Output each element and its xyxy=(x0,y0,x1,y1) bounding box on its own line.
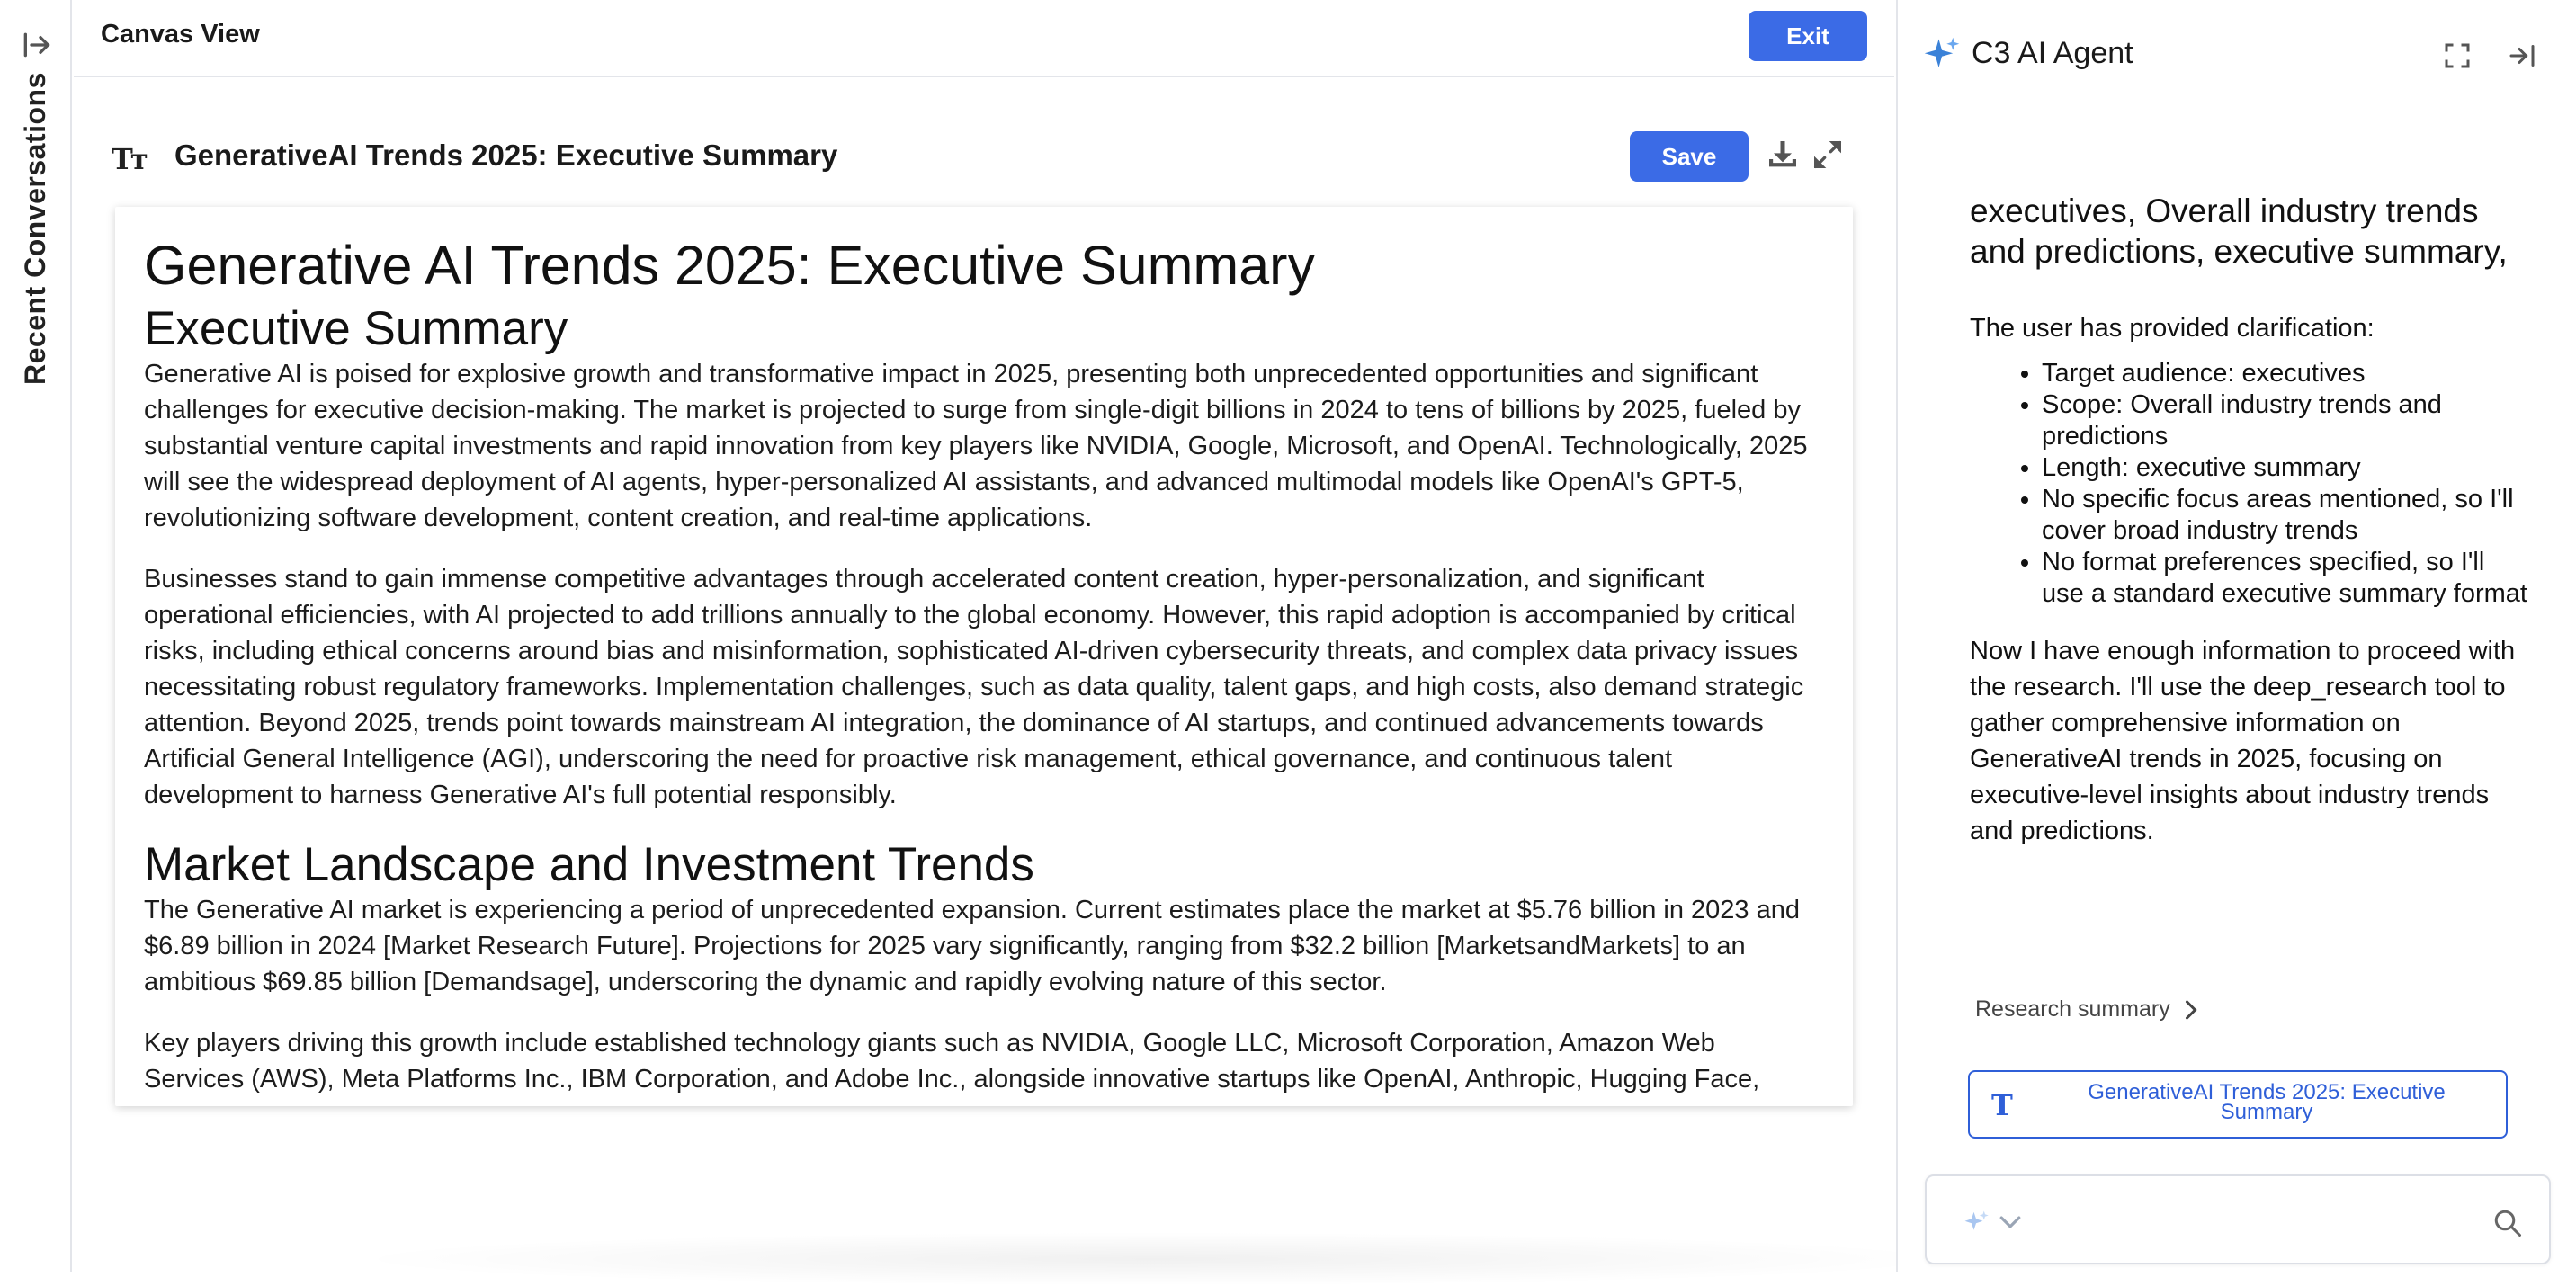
canvas-title: Canvas View xyxy=(101,20,260,49)
collapse-panel-icon[interactable] xyxy=(2506,40,2538,72)
list-item: Scope: Overall industry trends and predi… xyxy=(2042,389,2527,452)
scroll-shadow xyxy=(344,1232,1963,1286)
recent-conversations-label[interactable]: Recent Conversations xyxy=(19,72,52,385)
clarification-list: Target audience: executives Scope: Overa… xyxy=(1970,358,2527,610)
agent-message: executives, Overall industry trends and … xyxy=(1970,191,2527,849)
document-chip-label: GenerativeAI Trends 2025: Executive Summ… xyxy=(2088,1080,2446,1124)
section-heading-executive-summary: Executive Summary xyxy=(144,302,568,355)
fullscreen-icon[interactable] xyxy=(2441,40,2473,72)
download-icon[interactable] xyxy=(1765,137,1801,173)
paragraph: Key players driving this growth include … xyxy=(144,1029,1760,1094)
document-toolbar: Tт GenerativeAI Trends 2025: Executive S… xyxy=(74,126,1894,189)
chat-input[interactable] xyxy=(2035,1194,2466,1248)
agent-title: C3 AI Agent xyxy=(1972,36,2133,70)
document-heading: Generative AI Trends 2025: Executive Sum… xyxy=(144,235,1315,296)
list-item: No specific focus areas mentioned, so I'… xyxy=(2042,484,2527,547)
paragraph: The Generative AI market is experiencing… xyxy=(144,896,1800,996)
recent-conversations-rail: Recent Conversations xyxy=(0,0,72,1272)
document-chip[interactable]: T GenerativeAI Trends 2025: Executive Su… xyxy=(1968,1070,2508,1139)
paragraph: Generative AI is poised for explosive gr… xyxy=(144,360,1808,532)
chat-input-box[interactable] xyxy=(1925,1174,2551,1264)
clarification-intro: The user has provided clarification: xyxy=(1970,314,2375,343)
section-heading-market-landscape: Market Landscape and Investment Trends xyxy=(144,838,1034,891)
expand-sidebar-icon[interactable] xyxy=(18,27,54,63)
list-item: Length: executive summary xyxy=(2042,452,2527,484)
research-summary-link[interactable]: Research summary xyxy=(1975,996,2199,1023)
research-summary-label: Research summary xyxy=(1975,996,2170,1022)
list-item: No format preferences specified, so I'll… xyxy=(2042,547,2527,610)
search-icon[interactable] xyxy=(2491,1207,2524,1239)
agent-message-heading: executives, Overall industry trends and … xyxy=(1970,192,2508,270)
list-item: Target audience: executives xyxy=(2042,358,2527,389)
expand-icon[interactable] xyxy=(1810,137,1846,173)
chevron-down-icon[interactable] xyxy=(1999,1212,2022,1232)
document-editor[interactable]: Generative AI Trends 2025: Executive Sum… xyxy=(115,207,1853,1106)
paragraph: Businesses stand to gain immense competi… xyxy=(144,565,1804,809)
sparkle-icon[interactable] xyxy=(1963,1209,1990,1236)
exit-button[interactable]: Exit xyxy=(1749,11,1867,61)
agent-next-step: Now I have enough information to proceed… xyxy=(1970,637,2516,845)
save-button[interactable]: Save xyxy=(1630,131,1749,182)
canvas-view: Canvas View Exit Tт GenerativeAI Trends … xyxy=(74,0,1963,1286)
text-format-icon: Tт xyxy=(112,142,148,176)
chevron-right-icon xyxy=(2185,1000,2197,1019)
canvas-header: Canvas View Exit xyxy=(74,0,1894,77)
document-title: GenerativeAI Trends 2025: Executive Summ… xyxy=(174,138,838,172)
sparkle-icon xyxy=(1924,37,1960,67)
text-document-icon: T xyxy=(1991,1088,2013,1122)
